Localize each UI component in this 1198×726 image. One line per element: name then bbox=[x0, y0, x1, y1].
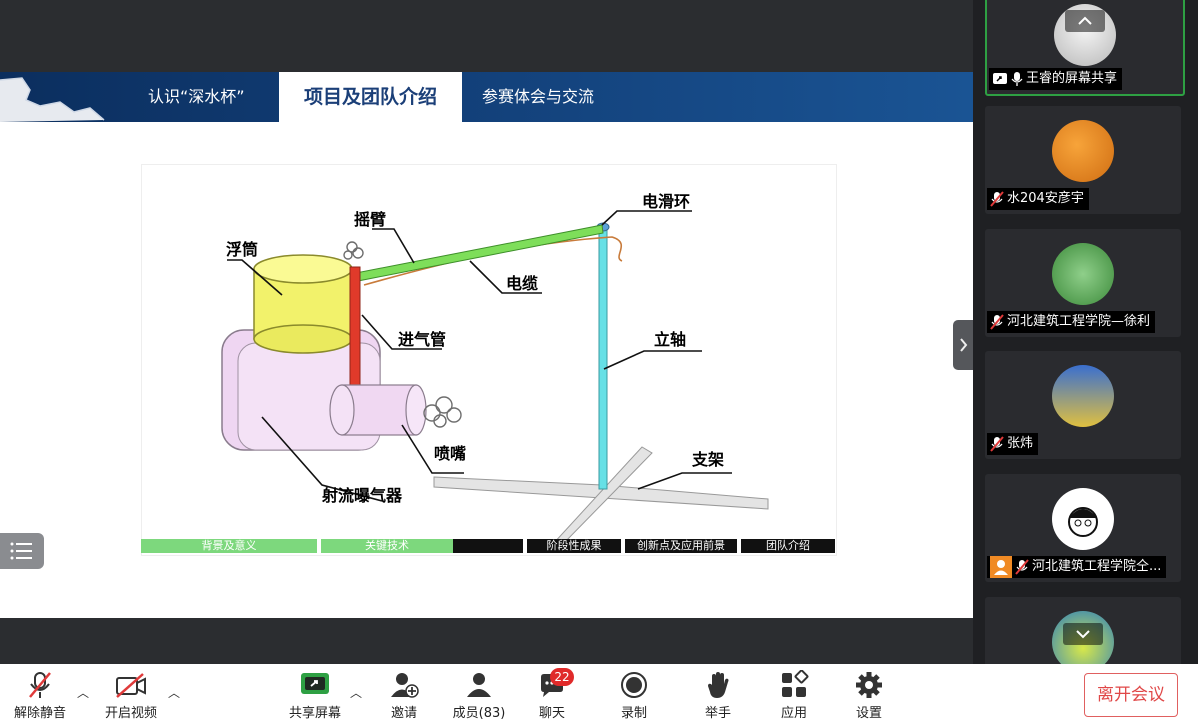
microphone-muted-icon bbox=[990, 314, 1004, 330]
slide-progress-nav: 背景及意义 关键技术 阶段性成果 创新点及应用前景 团队介绍 bbox=[141, 539, 835, 553]
video-options-caret[interactable]: ︿ bbox=[168, 684, 180, 701]
label-bracket: 支架 bbox=[691, 450, 724, 469]
start-video-button[interactable]: 开启视频 bbox=[100, 670, 162, 721]
participant-name: 王睿的屏幕共享 bbox=[1026, 71, 1118, 86]
raise-hand-label: 举手 bbox=[704, 706, 731, 721]
label-slip-ring: 电滑环 bbox=[642, 192, 690, 211]
raise-hand-button[interactable]: 举手 bbox=[698, 670, 738, 721]
label-shaft: 立轴 bbox=[654, 330, 686, 349]
progress-tab-key-tech: 关键技术 bbox=[321, 539, 453, 553]
hand-icon bbox=[708, 672, 729, 698]
participant-tile[interactable]: 河北建筑工程学院仝... bbox=[985, 474, 1181, 582]
participant-name: 河北建筑工程学院仝... bbox=[1032, 559, 1162, 574]
microphone-muted-icon bbox=[990, 191, 1004, 207]
leave-meeting-button[interactable]: 离开会议 bbox=[1084, 673, 1178, 717]
list-icon bbox=[10, 542, 32, 560]
map-outline-decoration bbox=[0, 77, 105, 122]
progress-tab-team: 团队介绍 bbox=[741, 539, 835, 553]
progress-tab-results: 阶段性成果 bbox=[527, 539, 621, 553]
apps-icon bbox=[782, 670, 809, 697]
label-rocker: 摇臂 bbox=[354, 210, 386, 229]
chevron-up-icon bbox=[1078, 16, 1092, 25]
slide: 认识“深水杯” 项目及团队介绍 参赛体会与交流 浮筒 摇臂 电滑环 电缆 进气管… bbox=[0, 72, 973, 618]
participant-tile-sharer[interactable]: 王睿的屏幕共享 bbox=[985, 0, 1185, 96]
chat-label: 聊天 bbox=[538, 706, 565, 721]
add-user-icon bbox=[391, 673, 419, 698]
label-nozzle: 喷嘴 bbox=[434, 444, 466, 463]
settings-label: 设置 bbox=[855, 706, 882, 721]
progress-gap bbox=[453, 539, 523, 553]
label-aerator: 射流曝气器 bbox=[321, 486, 403, 505]
participant-nametag: 张炜 bbox=[987, 433, 1039, 455]
share-screen-icon bbox=[301, 673, 329, 694]
microphone-muted-icon bbox=[990, 436, 1004, 452]
apps-label: 应用 bbox=[780, 706, 807, 721]
participant-name: 河北建筑工程学院—徐利 bbox=[1007, 314, 1151, 329]
participant-name: 张炜 bbox=[1007, 436, 1034, 451]
camera-off-icon bbox=[116, 673, 146, 698]
slide-menu-button[interactable] bbox=[0, 533, 44, 569]
participant-nametag: 水204安彦宇 bbox=[987, 188, 1089, 210]
record-icon bbox=[621, 672, 647, 698]
gear-icon bbox=[856, 672, 882, 698]
record-label: 录制 bbox=[620, 706, 647, 721]
members-button[interactable]: 成员(83) bbox=[448, 670, 510, 721]
microphone-icon bbox=[1011, 72, 1023, 86]
tab-experience: 参赛体会与交流 bbox=[482, 87, 595, 106]
scroll-down-button[interactable] bbox=[1063, 623, 1103, 645]
audio-options-caret[interactable]: ︿ bbox=[77, 684, 89, 701]
apps-button[interactable]: 应用 bbox=[774, 670, 814, 721]
invite-button[interactable]: 邀请 bbox=[384, 670, 424, 721]
aerator-diagram-drawing: 浮筒 摇臂 电滑环 电缆 进气管 立轴 喷嘴 支架 射流曝气器 bbox=[221, 192, 769, 546]
participant-nametag: 王睿的屏幕共享 bbox=[989, 68, 1123, 90]
participants-panel: 王睿的屏幕共享 水204安彦宇 河北建筑工程学院—徐利 张炜 河北建筑工程学院仝… bbox=[973, 0, 1198, 673]
share-screen-button[interactable]: 共享屏幕 bbox=[285, 670, 345, 721]
participant-tile[interactable]: 河北建筑工程学院—徐利 bbox=[985, 229, 1181, 337]
participant-tile[interactable]: 水204安彦宇 bbox=[985, 106, 1181, 214]
label-intake-pipe: 进气管 bbox=[398, 330, 446, 349]
record-button[interactable]: 录制 bbox=[614, 670, 654, 721]
chat-unread-badge: 22 bbox=[550, 668, 574, 686]
start-video-label: 开启视频 bbox=[104, 706, 157, 721]
scroll-up-button[interactable] bbox=[1065, 10, 1105, 32]
settings-button[interactable]: 设置 bbox=[849, 670, 889, 721]
participant-tile[interactable] bbox=[985, 597, 1181, 673]
tab-project-team: 项目及团队介绍 bbox=[279, 72, 462, 122]
members-label: 成员(83) bbox=[452, 706, 506, 721]
microphone-muted-icon bbox=[29, 672, 51, 698]
chevron-right-icon bbox=[960, 338, 968, 352]
progress-tab-background: 背景及意义 bbox=[141, 539, 317, 553]
unmute-button[interactable]: 解除静音 bbox=[10, 670, 70, 721]
aerator-diagram: 浮筒 摇臂 电滑环 电缆 进气管 立轴 喷嘴 支架 射流曝气器 bbox=[141, 164, 837, 556]
tab-intro: 认识“深水杯” bbox=[148, 87, 245, 106]
label-float: 浮筒 bbox=[226, 240, 258, 259]
avatar bbox=[1052, 120, 1114, 182]
avatar bbox=[1052, 488, 1114, 550]
participant-name: 水204安彦宇 bbox=[1007, 191, 1084, 206]
invite-label: 邀请 bbox=[390, 706, 417, 721]
progress-tab-innovation: 创新点及应用前景 bbox=[625, 539, 737, 553]
participant-nametag: 河北建筑工程学院—徐利 bbox=[987, 311, 1156, 333]
user-icon bbox=[990, 556, 1012, 578]
microphone-muted-icon bbox=[1015, 559, 1029, 575]
screen-share-icon bbox=[993, 73, 1007, 84]
collapse-panel-button[interactable] bbox=[953, 320, 973, 370]
share-screen-label: 共享屏幕 bbox=[288, 706, 341, 721]
meeting-toolbar: 解除静音 ︿ 开启视频 ︿ 共享屏幕 ︿ 邀请 成员(83) 聊天 22 录制 … bbox=[0, 664, 1198, 726]
shared-screen: 认识“深水杯” 项目及团队介绍 参赛体会与交流 浮筒 摇臂 电滑环 电缆 进气管… bbox=[0, 0, 973, 664]
unmute-label: 解除静音 bbox=[13, 706, 66, 721]
participant-tile[interactable]: 张炜 bbox=[985, 351, 1181, 459]
slide-header: 认识“深水杯” 项目及团队介绍 参赛体会与交流 bbox=[0, 72, 973, 122]
share-options-caret[interactable]: ︿ bbox=[350, 684, 362, 701]
avatar bbox=[1052, 365, 1114, 427]
chat-button[interactable]: 聊天 22 bbox=[532, 668, 574, 721]
avatar bbox=[1052, 243, 1114, 305]
people-icon bbox=[467, 673, 491, 697]
chevron-down-icon bbox=[1076, 630, 1090, 639]
label-cable: 电缆 bbox=[506, 274, 538, 293]
participant-nametag: 河北建筑工程学院仝... bbox=[987, 556, 1167, 578]
